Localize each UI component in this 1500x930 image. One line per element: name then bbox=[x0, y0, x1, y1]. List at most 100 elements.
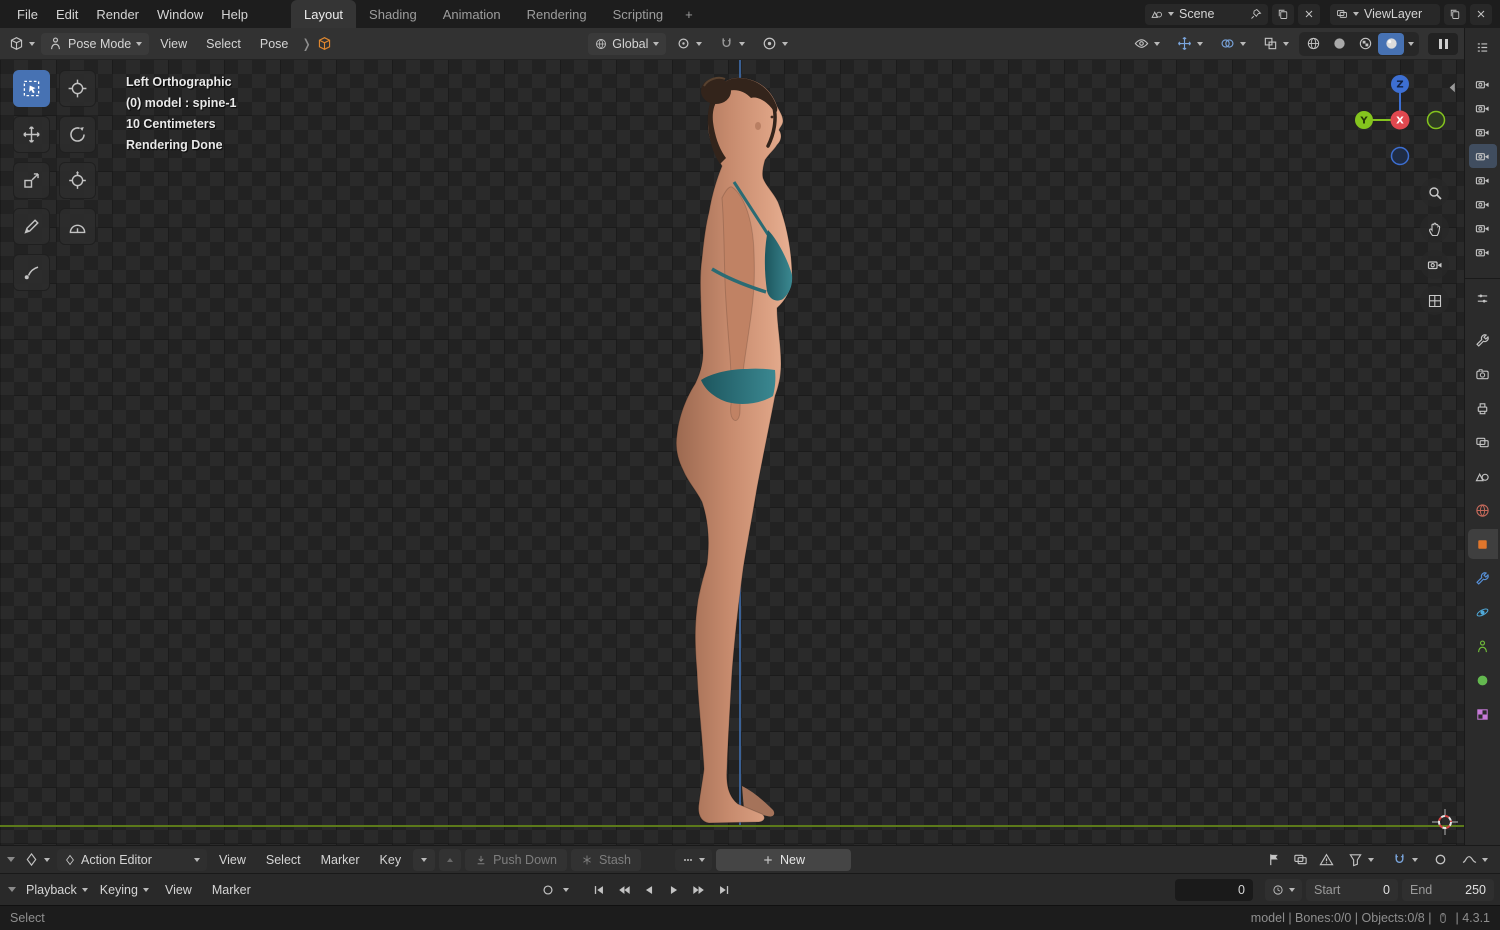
workspace-tab-layout[interactable]: Layout bbox=[291, 0, 357, 28]
object-visibility-dropdown[interactable] bbox=[1127, 33, 1167, 55]
pivot-point-selector[interactable] bbox=[669, 33, 709, 55]
jump-to-start-button[interactable] bbox=[587, 879, 610, 901]
previous-keyframe-button[interactable] bbox=[612, 879, 635, 901]
play-reverse-button[interactable] bbox=[637, 879, 660, 901]
outliner-row-camera-toggle-active[interactable] bbox=[1468, 144, 1497, 168]
pin-icon[interactable] bbox=[1250, 8, 1262, 20]
properties-tab-view-layer[interactable] bbox=[1468, 427, 1498, 457]
outliner-row-camera-toggle[interactable] bbox=[1469, 240, 1497, 264]
zoom-button[interactable] bbox=[1420, 178, 1449, 207]
scene-selector[interactable]: Scene bbox=[1145, 3, 1268, 25]
frame-start-field[interactable]: Start 0 bbox=[1306, 878, 1398, 901]
tool-pose-breakdowner[interactable] bbox=[13, 254, 50, 291]
frame-end-field[interactable]: End 250 bbox=[1402, 878, 1494, 901]
fcurve-dropdown[interactable] bbox=[1455, 849, 1495, 871]
tool-rotate[interactable] bbox=[59, 116, 96, 153]
shading-wireframe-button[interactable] bbox=[1300, 33, 1326, 55]
properties-tab-output[interactable] bbox=[1468, 393, 1498, 423]
new-action-button[interactable]: New bbox=[715, 848, 851, 871]
play-button[interactable] bbox=[662, 879, 685, 901]
outliner-row-camera-toggle[interactable] bbox=[1469, 168, 1497, 192]
perspective-toggle-button[interactable] bbox=[1420, 286, 1449, 315]
outliner-row-camera-toggle[interactable] bbox=[1469, 120, 1497, 144]
menu-edit[interactable]: Edit bbox=[47, 0, 87, 28]
menu-select[interactable]: Select bbox=[198, 28, 249, 59]
tool-select-box[interactable] bbox=[13, 70, 50, 107]
outliner-row-camera-toggle[interactable] bbox=[1469, 72, 1497, 96]
properties-tab-render[interactable] bbox=[1468, 359, 1498, 389]
viewport-canvas[interactable]: Left Orthographic (0) model : spine-1 10… bbox=[0, 60, 1464, 845]
pan-button[interactable] bbox=[1420, 214, 1449, 243]
pause-render-button[interactable] bbox=[1428, 32, 1458, 55]
proportional-edit-button[interactable] bbox=[1429, 849, 1451, 871]
active-object-icon[interactable] bbox=[317, 36, 332, 51]
menu-window[interactable]: Window bbox=[148, 0, 212, 28]
snapping-dropdown[interactable] bbox=[1385, 849, 1425, 871]
gizmo-axis-neg-z[interactable] bbox=[1390, 146, 1410, 166]
auto-keying-button[interactable] bbox=[536, 879, 559, 901]
workspace-tab-scripting[interactable]: Scripting bbox=[600, 0, 677, 28]
playback-sync-dropdown[interactable] bbox=[1265, 878, 1302, 901]
properties-tab-texture[interactable] bbox=[1468, 699, 1498, 729]
editor-corner-icon[interactable] bbox=[7, 857, 15, 862]
next-keyframe-button[interactable] bbox=[687, 879, 710, 901]
properties-tab-world[interactable] bbox=[1468, 495, 1498, 525]
mode-selector[interactable]: Pose Mode bbox=[41, 32, 150, 55]
properties-tab-object[interactable] bbox=[1467, 529, 1498, 559]
outliner-row-camera-toggle[interactable] bbox=[1469, 192, 1497, 216]
menu-help[interactable]: Help bbox=[212, 0, 257, 28]
jump-to-end-button[interactable] bbox=[712, 879, 735, 901]
delete-scene-button[interactable] bbox=[1298, 3, 1320, 25]
menu-view[interactable]: View bbox=[152, 28, 195, 59]
editor-corner-icon[interactable] bbox=[8, 887, 16, 892]
outliner-row-camera-toggle[interactable] bbox=[1469, 96, 1497, 120]
only-selected-filter-button[interactable] bbox=[1263, 849, 1285, 871]
breadcrumb-arrow-icon[interactable]: ❭ bbox=[301, 36, 311, 51]
playback-menu[interactable]: Playback bbox=[22, 879, 92, 901]
properties-tab-data[interactable] bbox=[1468, 631, 1498, 661]
properties-tab-material[interactable] bbox=[1468, 665, 1498, 695]
navigation-gizmo[interactable]: Z Y X bbox=[1354, 74, 1446, 166]
viewlayer-selector[interactable]: ViewLayer bbox=[1330, 3, 1440, 25]
tool-transform[interactable] bbox=[59, 162, 96, 199]
tool-cursor[interactable] bbox=[59, 70, 96, 107]
sidebar-toggle-arrow[interactable] bbox=[1445, 80, 1460, 95]
menu-render[interactable]: Render bbox=[87, 0, 148, 28]
menu-file[interactable]: File bbox=[8, 0, 47, 28]
menu-ds-marker[interactable]: Marker bbox=[313, 846, 368, 873]
workspace-tab-shading[interactable]: Shading bbox=[356, 0, 430, 28]
dopesheet-editor-selector[interactable] bbox=[21, 849, 53, 871]
action-down-button[interactable] bbox=[413, 848, 436, 871]
snap-toggle[interactable] bbox=[712, 33, 752, 55]
gizmo-axis-neg-y[interactable] bbox=[1426, 110, 1446, 130]
menu-ds-select[interactable]: Select bbox=[258, 846, 309, 873]
properties-tab-physics[interactable] bbox=[1468, 597, 1498, 627]
show-hidden-button[interactable] bbox=[1289, 849, 1311, 871]
gizmos-toggle[interactable] bbox=[1170, 33, 1210, 55]
add-workspace-button[interactable]: + bbox=[676, 0, 702, 28]
tool-annotate[interactable] bbox=[13, 208, 50, 245]
new-viewlayer-button[interactable] bbox=[1444, 3, 1466, 25]
proportional-editing-toggle[interactable] bbox=[755, 33, 795, 55]
delete-viewlayer-button[interactable] bbox=[1470, 3, 1492, 25]
workspace-tab-animation[interactable]: Animation bbox=[430, 0, 514, 28]
character-model[interactable] bbox=[652, 72, 802, 832]
action-up-button[interactable] bbox=[439, 848, 462, 871]
transform-orientation-selector[interactable]: Global bbox=[588, 32, 667, 55]
stash-button[interactable]: Stash bbox=[571, 848, 641, 871]
push-down-button[interactable]: Push Down bbox=[465, 848, 568, 871]
xray-toggle[interactable] bbox=[1256, 33, 1296, 55]
tool-measure[interactable] bbox=[59, 208, 96, 245]
menu-tl-marker[interactable]: Marker bbox=[204, 874, 259, 905]
browse-action-dropdown[interactable] bbox=[674, 848, 712, 871]
menu-pose[interactable]: Pose bbox=[252, 28, 297, 59]
tool-move[interactable] bbox=[13, 116, 50, 153]
outliner-row-camera-toggle[interactable] bbox=[1469, 216, 1497, 240]
keying-menu[interactable]: Keying bbox=[96, 879, 153, 901]
properties-header[interactable] bbox=[1475, 287, 1490, 309]
dopesheet-mode-selector[interactable]: Action Editor bbox=[57, 848, 207, 871]
workspace-tab-rendering[interactable]: Rendering bbox=[514, 0, 600, 28]
outliner-header[interactable] bbox=[1475, 36, 1490, 58]
current-frame-field[interactable]: 0 bbox=[1175, 878, 1253, 901]
filter-dropdown[interactable] bbox=[1341, 849, 1381, 871]
